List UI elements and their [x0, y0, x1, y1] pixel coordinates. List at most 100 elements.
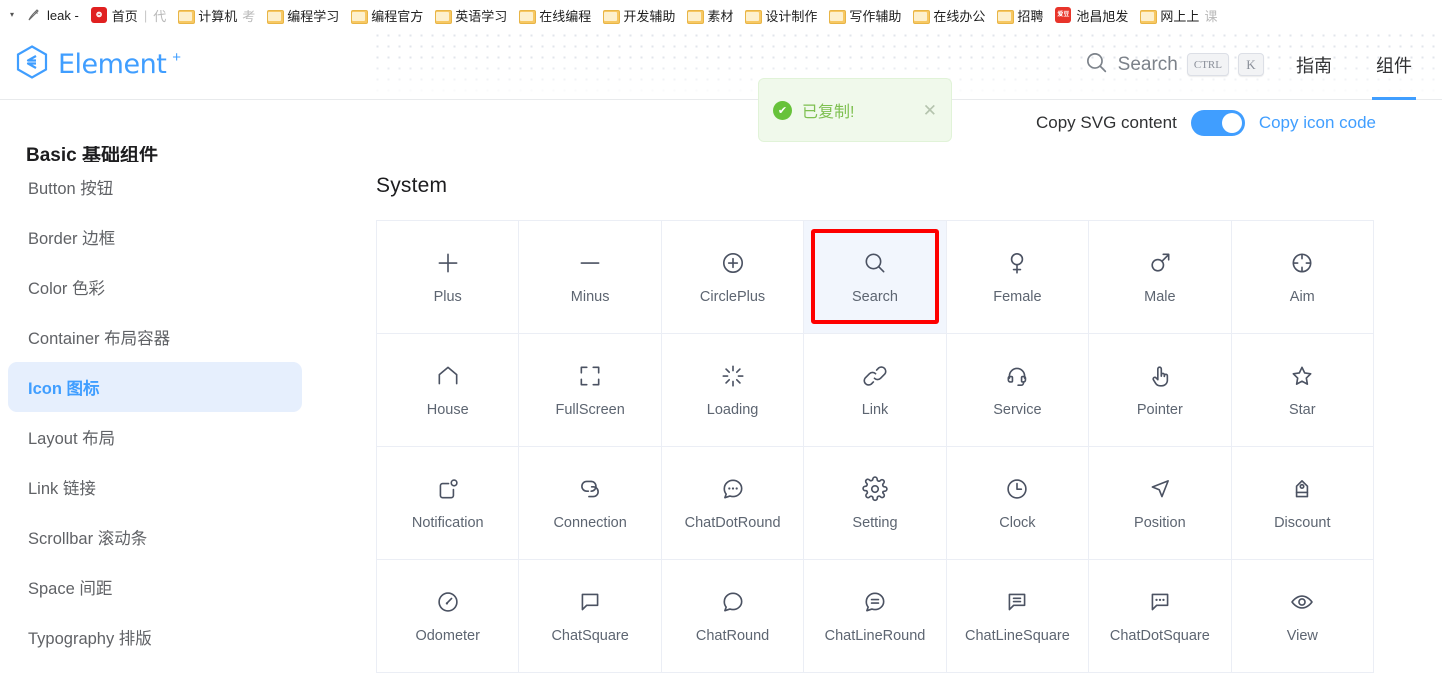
- sidebar-item-label: Layout 布局: [28, 430, 116, 448]
- icon-cell-circleplus[interactable]: CirclePlus: [661, 221, 805, 334]
- icon-cell-fullscreen[interactable]: FullScreen: [519, 334, 662, 447]
- icon-cell-star[interactable]: Star: [1231, 334, 1374, 447]
- icon-cell-chatdotround[interactable]: ChatDotRound: [661, 447, 805, 560]
- sidebar-item-icon[interactable]: Icon 图标: [8, 362, 302, 412]
- setting-icon: [862, 476, 888, 502]
- sidebar-item-typography[interactable]: Typography 排版: [8, 612, 302, 662]
- folder-icon: [178, 9, 196, 24]
- icon-name-label: Clock: [999, 514, 1036, 531]
- icon-cell-house[interactable]: House: [377, 334, 520, 447]
- sidebar-item-scrollbar[interactable]: Scrollbar 滚动条: [8, 512, 302, 562]
- copy-mode-toggle[interactable]: [1190, 110, 1245, 136]
- bookmark-item[interactable]: 网上上课: [1134, 4, 1223, 27]
- icon-cell-chatsquare[interactable]: ChatSquare: [519, 560, 662, 673]
- aim-icon: [1289, 250, 1315, 276]
- bookmark-item[interactable]: 设计制作: [739, 4, 823, 27]
- icon-cell-chatlinesquare[interactable]: ChatLineSquare: [946, 560, 1090, 673]
- bookmark-item[interactable]: 素材: [681, 4, 739, 27]
- icon-cell-search[interactable]: Search: [804, 221, 947, 334]
- bookmark-label-clipped: 代: [153, 8, 167, 24]
- bookmark-item[interactable]: 在线办公: [907, 4, 991, 27]
- sidebar-item-layout[interactable]: Layout 布局: [8, 412, 302, 462]
- sidebar-item-container[interactable]: Container 布局容器: [8, 312, 302, 362]
- icon-cell-service[interactable]: Service: [946, 334, 1090, 447]
- toggle-knob: [1221, 113, 1242, 133]
- sidebar-item-border[interactable]: Border 边框: [8, 212, 302, 262]
- icon-name-label: ChatSquare: [551, 627, 629, 644]
- icon-cell-link[interactable]: Link: [804, 334, 947, 447]
- icon-name-label: CirclePlus: [699, 288, 766, 305]
- icon-cell-connection[interactable]: Connection: [519, 447, 662, 560]
- folder-icon: [1140, 9, 1158, 24]
- bookmark-item[interactable]: 计算机考: [172, 4, 261, 27]
- shortcut-key-k: K: [1238, 53, 1264, 76]
- sidebar-item-label: Button 按钮: [28, 180, 114, 198]
- sidebar-item-label: Border 边框: [28, 230, 116, 248]
- male-icon: [1147, 250, 1173, 276]
- icon-name-label: Star: [1288, 401, 1316, 418]
- icon-name-label: Notification: [411, 514, 484, 531]
- icon-cell-chatround[interactable]: ChatRound: [661, 560, 805, 673]
- bookmark-item[interactable]: 写作辅助: [823, 4, 907, 27]
- icon-cell-pointer[interactable]: Pointer: [1089, 334, 1232, 447]
- icon-cell-notification[interactable]: Notification: [377, 447, 520, 560]
- service-icon: [1004, 363, 1030, 389]
- icon-cell-clock[interactable]: Clock: [946, 447, 1090, 560]
- site-favicon-icon: 爱豆: [1055, 7, 1072, 23]
- bookmark-label-clipped: 课: [1204, 8, 1218, 24]
- close-icon[interactable]: ✕: [923, 102, 937, 119]
- bookmark-separator: |: [143, 7, 148, 23]
- icon-name-label: Male: [1144, 288, 1176, 305]
- sidebar-item-space[interactable]: Space 间距: [8, 562, 302, 612]
- female-icon: [1004, 250, 1030, 276]
- loading-icon: [720, 363, 746, 389]
- element-logo[interactable]: Element +: [0, 44, 183, 85]
- bookmark-item[interactable]: 在线编程: [513, 4, 597, 27]
- bookmark-item[interactable]: 爱豆 池昌旭发: [1049, 4, 1134, 27]
- sidebar-item-label: Typography 排版: [28, 630, 152, 648]
- highlight-box: [811, 229, 939, 324]
- icon-cell-loading[interactable]: Loading: [661, 334, 805, 447]
- nav-link-components[interactable]: 组件: [1354, 30, 1434, 100]
- sidebar-item-label: Scrollbar 滚动条: [28, 530, 148, 548]
- bookmark-item[interactable]: 编程官方: [345, 4, 429, 27]
- icon-cell-view[interactable]: View: [1231, 560, 1374, 673]
- icon-cell-male[interactable]: Male: [1089, 221, 1232, 334]
- sidebar-item-link[interactable]: Link 链接: [8, 462, 302, 512]
- search-button[interactable]: Search CTRL K: [1074, 44, 1274, 86]
- icon-cell-aim[interactable]: Aim: [1231, 221, 1374, 334]
- icon-name-label: House: [426, 401, 469, 418]
- folder-icon: [997, 9, 1015, 24]
- circle-plus-icon: [720, 250, 746, 276]
- folder-icon: [745, 9, 763, 24]
- bookmark-label: 招聘: [1017, 8, 1044, 24]
- shortcut-key-ctrl: CTRL: [1186, 53, 1229, 76]
- sidebar-item-color[interactable]: Color 色彩: [8, 262, 302, 312]
- icon-cell-plus[interactable]: Plus: [377, 221, 520, 334]
- bookmark-item[interactable]: 英语学习: [429, 4, 513, 27]
- nav-link-guide[interactable]: 指南: [1274, 30, 1354, 99]
- site-favicon-icon: ❂: [90, 7, 107, 23]
- icon-cell-chatlineround[interactable]: ChatLineRound: [804, 560, 947, 673]
- sidebar-item-button[interactable]: Button 按钮: [8, 162, 302, 212]
- icon-cell-setting[interactable]: Setting: [804, 447, 947, 560]
- icon-name-label: Odometer: [415, 627, 480, 644]
- icon-name-label: ChatDotSquare: [1109, 627, 1210, 644]
- connection-icon: [577, 476, 603, 502]
- sidebar-item-label: Container 布局容器: [28, 330, 171, 348]
- icon-cell-discount[interactable]: Discount: [1231, 447, 1374, 560]
- bookmark-overflow-caret[interactable]: ▾: [4, 11, 20, 19]
- bookmark-item[interactable]: ❂ 首页 | 代: [85, 4, 172, 27]
- icon-cell-chatdotsquare[interactable]: ChatDotSquare: [1089, 560, 1232, 673]
- icon-cell-position[interactable]: Position: [1089, 447, 1232, 560]
- bookmark-item[interactable]: 开发辅助: [597, 4, 681, 27]
- icon-cell-minus[interactable]: Minus: [519, 221, 662, 334]
- bookmark-item[interactable]: 招聘: [991, 4, 1049, 27]
- success-check-icon: ✔: [773, 100, 792, 120]
- bookmark-item[interactable]: 编程学习: [261, 4, 345, 27]
- main-content: System Plus Minus CirclePlus Search Female Ma…: [310, 146, 1442, 698]
- notification-icon: [435, 476, 461, 502]
- icon-cell-female[interactable]: Female: [946, 221, 1090, 334]
- bookmark-item[interactable]: leak -: [20, 5, 85, 25]
- icon-cell-odometer[interactable]: Odometer: [377, 560, 520, 673]
